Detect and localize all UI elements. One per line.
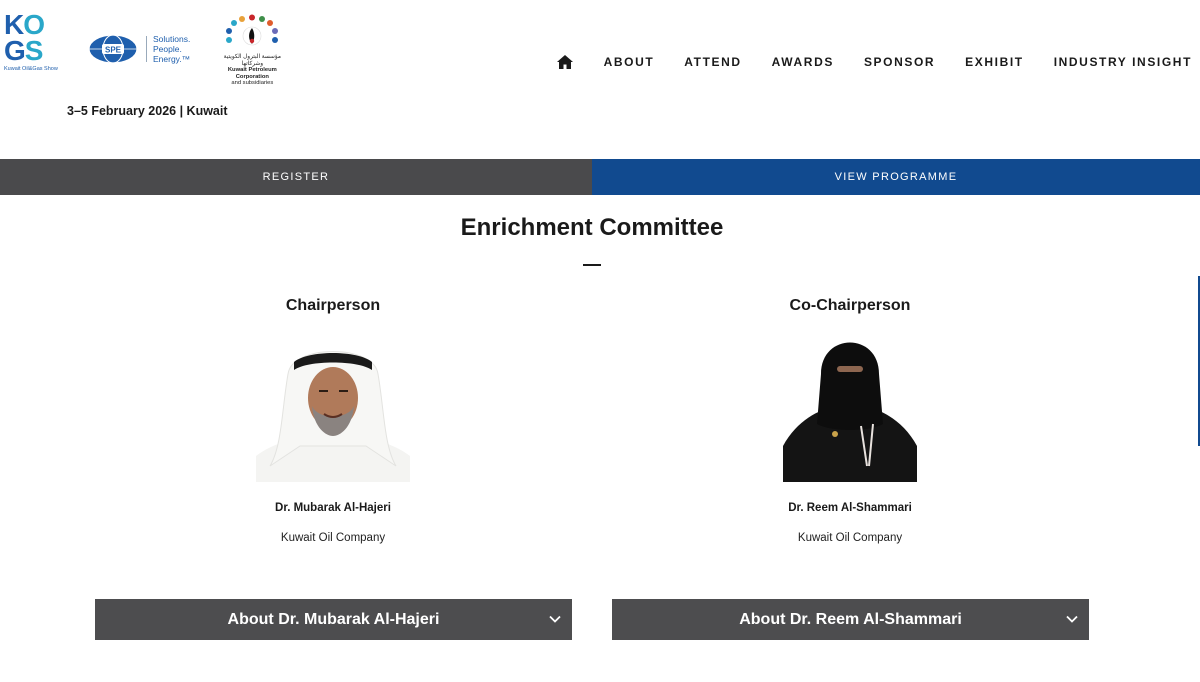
kpc-caption: مؤسسة البترول الكويتية وشركاتها Kuwait P…	[223, 54, 282, 87]
site-header: KO GS Kuwait Oil&Gas Show SPE Solutions.…	[0, 0, 1200, 159]
cta-bar: REGISTER VIEW PROGRAMME	[0, 159, 1200, 195]
accordion-label: About Dr. Mubarak Al-Hajeri	[227, 610, 440, 628]
nav-item-industry-insight[interactable]: INDUSTRY INSIGHT	[1054, 55, 1192, 69]
logo-strip: KO GS Kuwait Oil&Gas Show SPE Solutions.…	[4, 11, 292, 87]
member-photo	[783, 328, 917, 482]
about-reem-accordion[interactable]: About Dr. Reem Al-Shammari	[612, 599, 1089, 640]
spe-tagline: Solutions. People. Energy.™	[153, 34, 191, 64]
svg-text:SPE: SPE	[105, 46, 122, 55]
member-name: Dr. Reem Al-Shammari	[788, 502, 912, 514]
accordion-label: About Dr. Reem Al-Shammari	[739, 610, 962, 628]
chevron-down-icon	[548, 612, 562, 626]
chevron-down-icon	[1065, 612, 1079, 626]
nav-item-sponsor[interactable]: SPONSOR	[864, 55, 935, 69]
spe-logo[interactable]: SPE Solutions. People. Energy.™	[88, 34, 190, 64]
page-title: Enrichment Committee	[460, 214, 724, 241]
member-role: Chairperson	[285, 297, 381, 314]
home-icon[interactable]	[556, 54, 574, 70]
nav-item-exhibit[interactable]: EXHIBIT	[965, 55, 1024, 69]
nav-item-awards[interactable]: AWARDS	[772, 55, 834, 69]
member-card-co-chairperson: Co-Chairperson Dr. Reem Al-Shammari Kuwa…	[690, 296, 1010, 544]
main-nav: ABOUT ATTEND AWARDS SPONSOR EXHIBIT INDU…	[556, 54, 1192, 70]
kogs-logo[interactable]: KO GS Kuwait Oil&Gas Show	[4, 11, 58, 82]
member-role: Co-Chairperson	[789, 297, 911, 314]
member-card-chairperson: Chairperson Dr. Mubarak Al-Hajeri Kuwait…	[173, 296, 493, 544]
member-organization: Kuwait Oil Company	[797, 532, 903, 544]
kogs-logo-subtitle: Kuwait Oil&Gas Show	[4, 66, 58, 72]
nav-item-attend[interactable]: ATTEND	[684, 55, 741, 69]
kpc-logo[interactable]: مؤسسة البترول الكويتية وشركاتها Kuwait P…	[212, 14, 292, 87]
view-programme-button[interactable]: VIEW PROGRAMME	[592, 159, 1200, 195]
about-mubarak-accordion[interactable]: About Dr. Mubarak Al-Hajeri	[95, 599, 572, 640]
member-organization: Kuwait Oil Company	[280, 532, 386, 544]
kpc-emblem-icon	[226, 14, 279, 46]
register-button[interactable]: REGISTER	[0, 159, 592, 195]
title-divider	[583, 264, 601, 266]
nav-item-about[interactable]: ABOUT	[604, 55, 655, 69]
event-date: 3–5 February 2026 | Kuwait	[67, 104, 228, 118]
spe-globe-icon: SPE	[88, 34, 138, 64]
member-name: Dr. Mubarak Al-Hajeri	[275, 502, 391, 514]
member-photo	[256, 328, 410, 482]
